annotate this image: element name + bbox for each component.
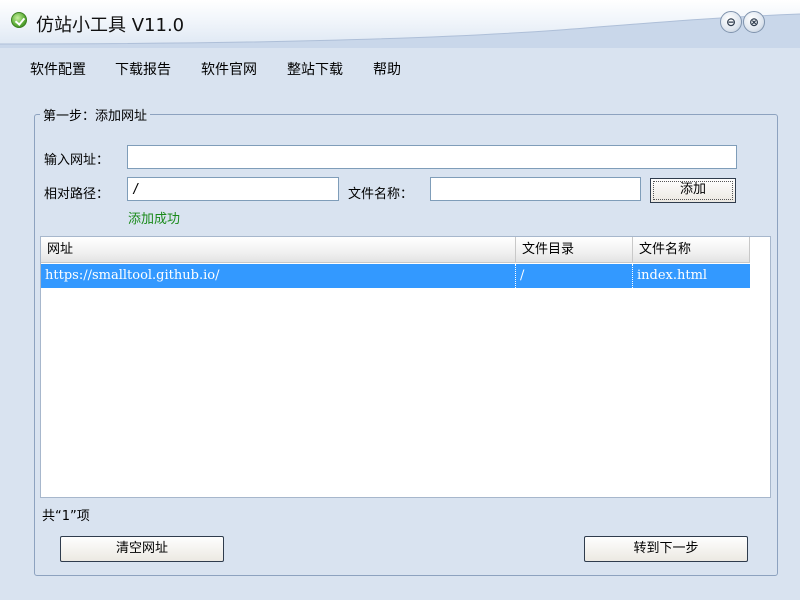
row-url-cell: https://smalltool.github.io/	[41, 264, 516, 288]
close-button[interactable]: ⊗	[743, 11, 765, 33]
filename-label: 文件名称：	[348, 187, 414, 202]
url-label: 输入网址：	[44, 153, 110, 168]
url-list[interactable]: 网址 文件目录 文件名称 https://smalltool.github.io…	[40, 236, 771, 498]
url-input[interactable]	[127, 145, 737, 169]
app-logo-icon	[11, 12, 27, 28]
path-label: 相对路径：	[44, 187, 110, 202]
list-header: 网址 文件目录 文件名称	[41, 237, 750, 263]
column-header-filename[interactable]: 文件名称	[633, 237, 750, 263]
window-title: 仿站小工具 V11.0	[36, 15, 185, 36]
filename-input[interactable]	[430, 177, 641, 201]
column-header-dir[interactable]: 文件目录	[516, 237, 633, 263]
row-dir-cell: /	[516, 264, 633, 288]
status-message: 添加成功	[128, 212, 181, 227]
table-row[interactable]: https://smalltool.github.io/ / index.htm…	[41, 264, 750, 288]
step-one-label: 第一步：添加网址	[40, 105, 151, 124]
menu-whole-site-download[interactable]: 整站下载	[287, 59, 343, 79]
item-count: 共“1”项	[42, 509, 90, 524]
path-input[interactable]	[127, 177, 339, 201]
title-bar: 仿站小工具 V11.0 ⊖ ⊗	[0, 0, 800, 48]
column-header-url[interactable]: 网址	[41, 237, 516, 263]
add-button[interactable]: 添加	[650, 178, 736, 203]
row-filename-cell: index.html	[637, 268, 708, 283]
menu-official-site[interactable]: 软件官网	[201, 59, 257, 79]
minimize-button[interactable]: ⊖	[720, 11, 742, 33]
menu-bar: 软件配置 下载报告 软件官网 整站下载 帮助	[0, 48, 800, 88]
menu-software-config[interactable]: 软件配置	[30, 59, 86, 79]
next-step-button[interactable]: 转到下一步	[584, 536, 748, 562]
menu-help[interactable]: 帮助	[373, 59, 401, 79]
clear-urls-button[interactable]: 清空网址	[60, 536, 224, 562]
menu-download-report[interactable]: 下载报告	[115, 59, 171, 79]
